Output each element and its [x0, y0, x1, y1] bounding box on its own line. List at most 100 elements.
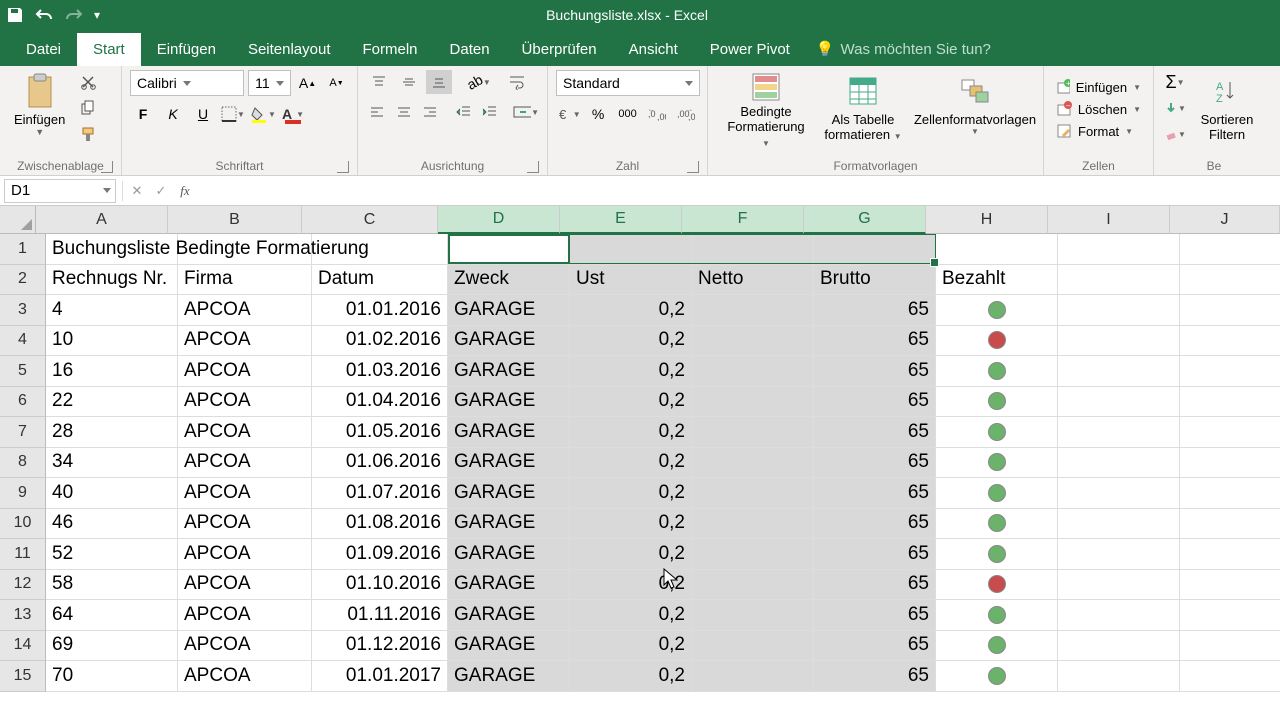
cell[interactable]: 0,2: [570, 570, 692, 601]
clear-button[interactable]: ▼: [1162, 122, 1188, 146]
cell[interactable]: [692, 478, 814, 509]
cell[interactable]: [1058, 295, 1180, 326]
cell[interactable]: [692, 234, 814, 265]
row-header-10[interactable]: 10: [0, 509, 46, 540]
cell[interactable]: [936, 631, 1058, 662]
cell[interactable]: APCOA: [178, 631, 312, 662]
comma-format-button[interactable]: 000: [615, 102, 640, 126]
cell[interactable]: GARAGE: [448, 631, 570, 662]
cell[interactable]: 65: [814, 417, 936, 448]
cell[interactable]: APCOA: [178, 570, 312, 601]
cell[interactable]: [692, 661, 814, 692]
col-header-E[interactable]: E: [560, 206, 682, 234]
cut-button[interactable]: [75, 70, 101, 94]
cell[interactable]: 65: [814, 631, 936, 662]
cell[interactable]: 58: [46, 570, 178, 601]
cell[interactable]: 01.12.2016: [312, 631, 448, 662]
cell[interactable]: 0,2: [570, 600, 692, 631]
row-header-8[interactable]: 8: [0, 448, 46, 479]
save-icon[interactable]: [6, 6, 24, 24]
conditional-formatting-button[interactable]: Bedingte Formatierung ▼: [716, 70, 816, 148]
copy-button[interactable]: [75, 96, 101, 120]
cell[interactable]: [692, 539, 814, 570]
merge-center-button[interactable]: ▼: [513, 100, 539, 124]
cell[interactable]: 0,2: [570, 661, 692, 692]
cell[interactable]: GARAGE: [448, 600, 570, 631]
cell[interactable]: 0,2: [570, 417, 692, 448]
row-header-12[interactable]: 12: [0, 570, 46, 601]
row-header-15[interactable]: 15: [0, 661, 46, 692]
insert-cells-button[interactable]: +Einfügen ▼: [1052, 77, 1145, 97]
cell-styles-button[interactable]: Zellenformatvorlagen ▼: [910, 70, 1040, 148]
cell[interactable]: [1180, 509, 1280, 540]
cell[interactable]: 65: [814, 570, 936, 601]
cell[interactable]: 01.09.2016: [312, 539, 448, 570]
cell[interactable]: 65: [814, 600, 936, 631]
cell[interactable]: [1180, 661, 1280, 692]
cell[interactable]: 01.02.2016: [312, 326, 448, 357]
cell[interactable]: [1180, 448, 1280, 479]
cell[interactable]: Netto: [692, 265, 814, 296]
cell[interactable]: [1180, 356, 1280, 387]
cell[interactable]: GARAGE: [448, 417, 570, 448]
cell[interactable]: 0,2: [570, 631, 692, 662]
cell[interactable]: [692, 417, 814, 448]
cell[interactable]: GARAGE: [448, 509, 570, 540]
format-cells-button[interactable]: Format ▼: [1052, 121, 1145, 141]
col-header-I[interactable]: I: [1048, 206, 1170, 234]
cell[interactable]: 0,2: [570, 448, 692, 479]
cell[interactable]: 01.01.2017: [312, 661, 448, 692]
cell[interactable]: [936, 356, 1058, 387]
cell[interactable]: [1058, 265, 1180, 296]
cell[interactable]: APCOA: [178, 326, 312, 357]
cell[interactable]: [936, 478, 1058, 509]
row-header-5[interactable]: 5: [0, 356, 46, 387]
cell[interactable]: [570, 234, 692, 265]
cell[interactable]: 65: [814, 356, 936, 387]
tab-seitenlayout[interactable]: Seitenlayout: [232, 33, 347, 66]
cell[interactable]: 0,2: [570, 326, 692, 357]
tab-datei[interactable]: Datei: [10, 33, 77, 66]
enter-formula-button[interactable]: ✓: [149, 183, 173, 199]
number-launcher-icon[interactable]: [687, 161, 699, 173]
cell[interactable]: 01.06.2016: [312, 448, 448, 479]
decrease-indent-button[interactable]: [453, 100, 475, 124]
cell[interactable]: APCOA: [178, 295, 312, 326]
row-header-1[interactable]: 1: [0, 234, 46, 265]
row-header-4[interactable]: 4: [0, 326, 46, 357]
align-right-button[interactable]: [419, 100, 441, 124]
wrap-text-button[interactable]: [504, 70, 530, 94]
cell[interactable]: [936, 448, 1058, 479]
col-header-A[interactable]: A: [36, 206, 168, 234]
cell[interactable]: APCOA: [178, 387, 312, 418]
col-header-G[interactable]: G: [804, 206, 926, 234]
cell[interactable]: [1058, 326, 1180, 357]
cell[interactable]: GARAGE: [448, 539, 570, 570]
tab-start[interactable]: Start: [77, 33, 141, 66]
cell[interactable]: [936, 417, 1058, 448]
sort-filter-button[interactable]: AZ Sortieren Filtern: [1192, 70, 1262, 148]
cell[interactable]: 01.05.2016: [312, 417, 448, 448]
cell[interactable]: [692, 631, 814, 662]
cell[interactable]: [1180, 417, 1280, 448]
cell[interactable]: [692, 387, 814, 418]
cell[interactable]: [936, 234, 1058, 265]
cell[interactable]: [1058, 448, 1180, 479]
cell[interactable]: GARAGE: [448, 295, 570, 326]
cell[interactable]: [1058, 631, 1180, 662]
align-left-button[interactable]: [366, 100, 388, 124]
formula-input[interactable]: [197, 179, 1280, 203]
cell[interactable]: 01.07.2016: [312, 478, 448, 509]
tell-me-search[interactable]: 💡 Was möchten Sie tun?: [806, 32, 1001, 66]
font-size-combo[interactable]: 11: [248, 70, 291, 96]
cell[interactable]: 0,2: [570, 478, 692, 509]
tab-daten[interactable]: Daten: [434, 33, 506, 66]
cell[interactable]: [1180, 539, 1280, 570]
redo-icon[interactable]: [64, 7, 84, 23]
cell[interactable]: 0,2: [570, 356, 692, 387]
col-header-C[interactable]: C: [302, 206, 438, 234]
row-header-2[interactable]: 2: [0, 265, 46, 296]
orientation-button[interactable]: ab▼: [466, 70, 492, 94]
cell[interactable]: [936, 509, 1058, 540]
cell[interactable]: [1180, 600, 1280, 631]
